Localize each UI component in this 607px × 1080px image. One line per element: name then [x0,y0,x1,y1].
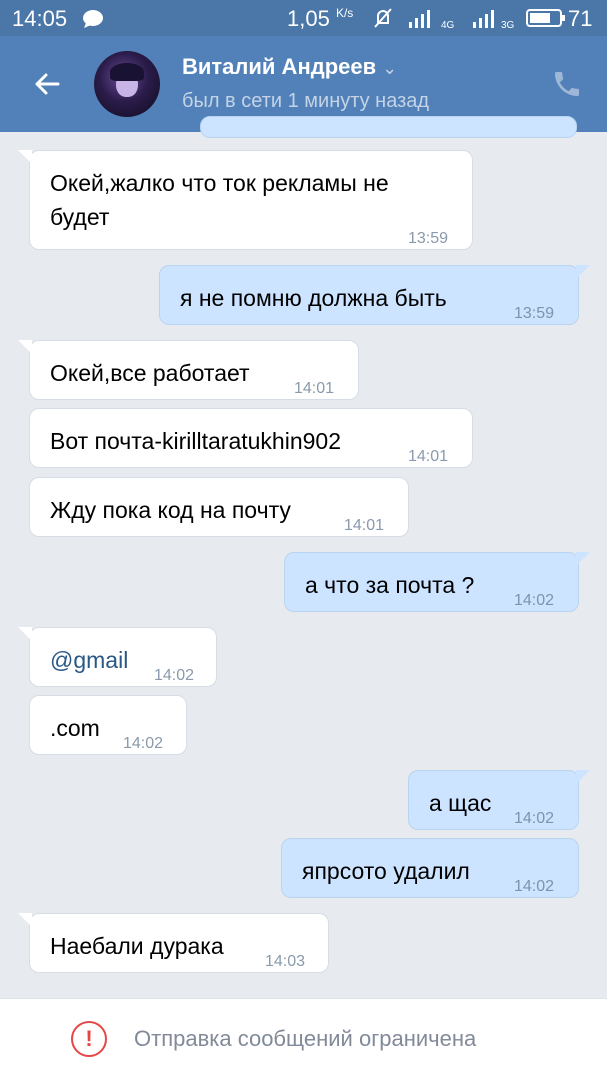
signal-4g-icon: 4G [409,10,455,30]
avatar[interactable] [94,51,160,117]
message-incoming[interactable]: Жду пока код на почту 14:01 [29,477,409,537]
message-text: Вот почта-kirilltaratukhin902 [50,428,341,454]
message-time: 14:02 [514,810,555,827]
message-time: 14:01 [408,448,449,465]
message-text: Наебали дурака [50,933,224,959]
net2-label: 3G [501,20,515,30]
message-text: Жду пока код на почту [50,497,291,523]
message-incoming[interactable]: Окей,все работает 14:01 [18,340,359,400]
message-text-line2: будет [50,204,110,230]
battery-percent: 71 [568,6,593,31]
message-incoming[interactable]: Наебали дурака 14:03 [18,913,329,973]
network-speed: 1,05 K/s [287,6,354,31]
battery-fill [530,13,550,23]
chevron-down-icon: ⌄ [382,58,398,78]
mute-icon [374,8,392,28]
net1-label: 4G [441,20,455,30]
warning-icon: ! [71,1021,107,1057]
status-time: 14:05 [12,6,68,31]
message-time: 14:01 [344,517,385,534]
battery-icon [526,9,565,27]
status-bar: 14:05 1,05 K/s 4G 3G 71 [0,0,607,36]
message-outgoing[interactable]: а что за почта ? 14:02 [284,552,590,612]
message-outgoing[interactable]: а щас 14:02 [408,770,590,830]
restriction-notice: Отправка сообщений ограничена [134,1026,477,1051]
message-incoming[interactable]: .com 14:02 [29,695,187,755]
message-text: Окей,все работает [50,360,250,386]
message-time: 13:59 [408,230,449,247]
message-time: 13:59 [514,305,555,322]
message-text-line1: Окей,жалко что ток рекламы не [50,170,389,196]
message-incoming[interactable]: Вот почта-kirilltaratukhin902 14:01 [29,408,473,468]
message-time: 14:02 [154,667,195,684]
message-incoming[interactable]: @gmail 14:02 [18,627,217,687]
message-time: 14:02 [514,592,555,609]
message-text: а что за почта ? [305,572,475,598]
message-time: 14:03 [265,953,306,970]
message-text: я не помню должна быть [180,285,447,311]
message-outgoing[interactable]: я не помню должна быть 13:59 [159,265,590,325]
message-time: 14:02 [123,735,164,752]
message-time: 14:01 [294,380,335,397]
phone-call-icon[interactable] [551,68,583,100]
message-text: япрсото удалил [302,858,470,884]
contact-name[interactable]: Виталий Андреев ⌄ [182,54,397,80]
message-outgoing[interactable]: япрсото удалил 14:02 [281,838,579,898]
message-text: .com [50,715,100,741]
signal-3g-icon: 3G [473,10,515,30]
message-notification-icon [83,10,103,28]
restriction-footer: ! Отправка сообщений ограничена [0,998,607,1080]
message-text: а щас [429,790,492,816]
message-time: 14:02 [514,878,555,895]
partial-message [200,116,577,138]
message-link[interactable]: @gmail [50,644,128,676]
avatar-hair [110,63,144,81]
contact-status: был в сети 1 минуту назад [182,90,430,112]
back-arrow-icon[interactable] [28,64,68,104]
message-incoming[interactable]: Окей,жалко что ток рекламы не будет 13:5… [18,150,473,250]
